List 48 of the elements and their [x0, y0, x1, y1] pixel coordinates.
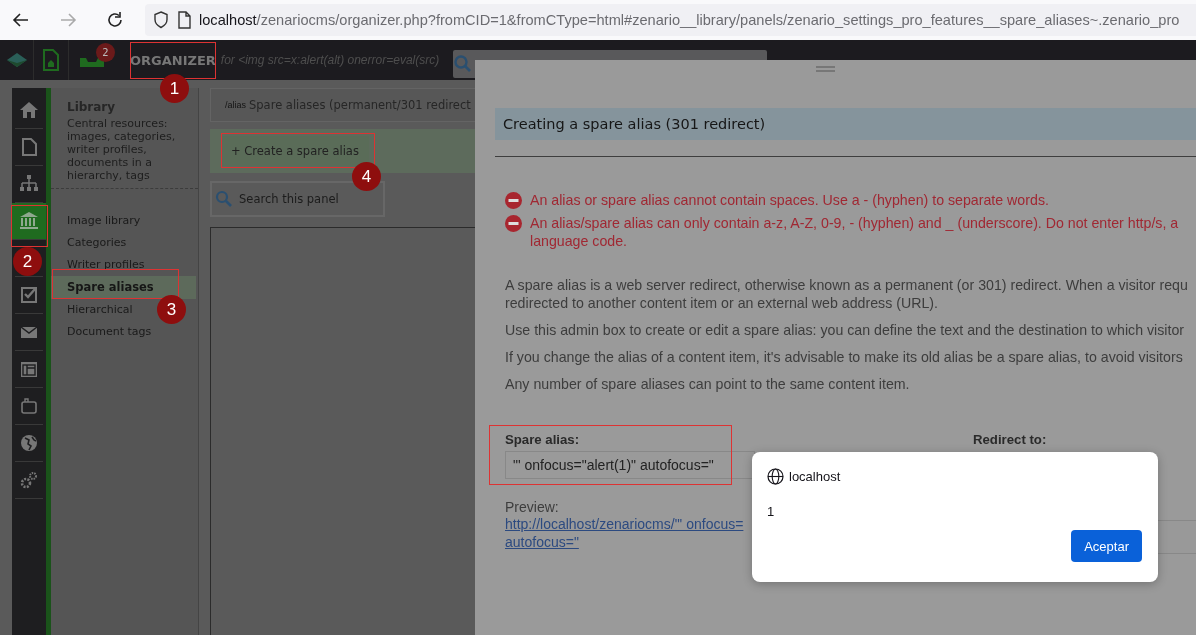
shield-icon[interactable] — [153, 11, 169, 29]
accept-button[interactable]: Aceptar — [1071, 530, 1142, 562]
app-title: ORGANIZER — [130, 52, 216, 68]
globe-icon — [767, 468, 784, 485]
preview-link[interactable]: http://localhost/zenariocms/"' onfocus= autofocus=" — [505, 515, 744, 551]
nav-item[interactable]: Spare aliases — [51, 276, 196, 299]
error-icon — [505, 215, 522, 232]
dialog-origin: localhost — [789, 469, 841, 484]
search-icon — [215, 190, 233, 208]
reload-icon[interactable] — [105, 10, 125, 30]
gears-icon — [19, 470, 39, 490]
bank-icon — [19, 211, 39, 231]
layout-icon — [19, 359, 39, 379]
highlight-frame — [11, 205, 48, 247]
logo-icon[interactable] — [6, 52, 28, 68]
error-message: An alias/spare alias can only contain a-z, A-Z, 0-9, - (hyphen) and _ (underscore). Do not enter http/s, a language code. — [530, 214, 1179, 250]
nav-item[interactable]: Writer profiles — [51, 254, 145, 276]
nav-item[interactable]: Document tags — [51, 321, 152, 343]
help-text: If you change the alias of a content item, it's advisable to make its old alias be a spare alias, to avoid visitors — [505, 348, 1184, 366]
help-text: A spare alias is a web server redirect, otherwise known as a permanent (or 301) redirect. When a visitor requ redirected to another content item or an external web address (URL). — [505, 276, 1189, 312]
sidebar-button[interactable] — [12, 203, 46, 240]
nav-item[interactable]: Image library — [51, 210, 141, 232]
error-message: An alias or spare alias cannot contain spaces. Use a - (hyphen) to separate words. — [530, 191, 1049, 209]
checkbox-icon — [19, 285, 39, 305]
home-icon — [19, 100, 39, 120]
help-text: Use this admin box to create or edit a spare alias: you can define the text and the destination to which visitor — [505, 321, 1186, 339]
nav-item[interactable]: Hierarchical — [51, 299, 133, 321]
sitemap-icon — [19, 174, 39, 194]
address-bar[interactable]: localhost/zenariocms/organizer.php?fromCID=1&fromCType=html#zenario__library/panels/zenario_settings_pro_features__spare_aliases~.zenario_pro — [145, 4, 1196, 36]
alias-field[interactable]: "' onfocus="alert(1)" autofocus=" — [505, 451, 755, 479]
search-field[interactable]: Search this panel — [210, 181, 385, 217]
dialog-message: 1 — [767, 504, 776, 519]
field-label: Spare alias: — [505, 432, 580, 447]
notification-badge: 2 — [96, 43, 115, 62]
nav-item[interactable]: Categories — [51, 232, 127, 254]
preview-label: Preview: — [505, 499, 559, 515]
help-text: Any number of spare aliases can point to the same content item. — [505, 375, 911, 393]
drag-handle-icon[interactable] — [816, 66, 835, 72]
document-icon[interactable] — [42, 49, 60, 71]
globe-icon — [19, 433, 39, 453]
create-button[interactable]: + Create a spare alias — [221, 136, 369, 166]
field-label: Redirect to: — [973, 432, 1047, 447]
error-icon — [505, 192, 522, 209]
url-text: localhost/zenariocms/organizer.php?fromCID=1&fromCType=html#zenario__library/panels/zenario_settings_pro_features__spare_aliases~.zenario_pro — [199, 12, 1180, 28]
folder-icon — [19, 396, 39, 416]
page-icon[interactable] — [177, 11, 191, 29]
modal-title: Creating a spare alias (301 redirect) — [495, 108, 1196, 140]
page-icon — [19, 137, 39, 157]
